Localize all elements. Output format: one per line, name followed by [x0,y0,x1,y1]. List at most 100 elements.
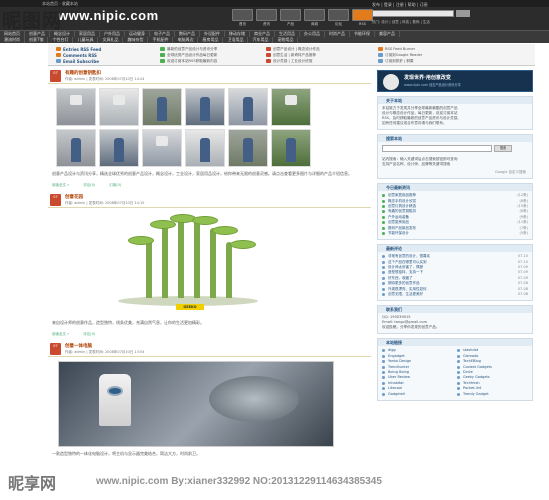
header-label-products[interactable]: 产品 [280,22,301,27]
feed-icon [160,47,165,51]
feed-icon [56,53,61,57]
list-item[interactable]: 创意无限，生活更美好 07-08 [382,292,528,297]
bar-link[interactable]: 订阅到Google Reader [378,52,422,58]
gallery-photo[interactable] [185,129,225,167]
post-title[interactable]: 有趣的创意钥匙扣 [65,70,101,76]
product-image-faucets[interactable]: GEEKO [58,212,318,316]
bar-link[interactable]: 最新的创意产品设计与资讯分享 [160,46,217,52]
bar-link[interactable]: 全球优秀产品设计作品每日更新 [160,52,217,58]
nav-item[interactable]: 节能环保 [350,31,375,37]
home-icon[interactable] [232,9,253,21]
bullet-icon [382,392,385,396]
list-item-count: 07-09 [517,275,528,280]
feed-icon [160,59,165,63]
bar-link[interactable]: 设计灵感 | 工业设计欣赏 [266,58,320,64]
list-item-count: (6条) [519,209,528,214]
bar-link[interactable]: 欢迎订阅本站RSS获取最新内容 [160,58,217,64]
nav-item[interactable]: 汽车用品 [248,37,274,43]
bar-link[interactable]: 创意生活 | 新奇特产品推荐 [266,52,320,58]
read-more-link[interactable]: 阅读全文 » [52,332,69,337]
post-title[interactable]: 创意一体电脑 [65,343,92,349]
product-icon[interactable] [280,9,301,21]
nav-item[interactable]: 电脑周边 [173,37,199,43]
gallery-photo[interactable] [99,88,139,126]
bullet-icon [382,231,385,235]
sidebar-search-input[interactable] [382,145,492,152]
rss-icon[interactable] [352,9,373,21]
header-search-input[interactable] [372,10,454,17]
nav-item[interactable]: 趣味杂货 [123,37,149,43]
gallery-photo[interactable] [56,88,96,126]
header-topline [0,0,549,7]
friend-links-box: 本站链接 digg stashdot Engadget Gizmodo Yanko De… [377,338,533,401]
comments-link[interactable]: 评论(0) [83,183,95,188]
read-more-link[interactable]: 阅读全文 » [52,183,69,188]
shop-icon[interactable] [304,9,325,21]
post-title[interactable]: 创意花园 [65,194,83,200]
header-hot-tags[interactable]: 热门: 设计 | 创意 | 科技 | 数码 | 生活 [372,20,430,25]
sidebar: 发现世界·用创意改变 www.nipic.com 创意产品设计资讯分享 关于本站… [377,70,533,401]
nav-item[interactable]: 宠物用品 [273,37,299,43]
list-item-count: 07-08 [517,292,528,297]
nav-item[interactable]: 办公用品 [300,31,325,37]
gallery-photo[interactable] [142,88,182,126]
header-label-home[interactable]: 首页 [232,22,253,27]
nav-item[interactable]: 创意T恤 [25,37,49,43]
friend-link[interactable]: Trendy Gadget [457,391,528,396]
bar-link[interactable]: Email Subscribe [56,58,101,64]
header-label-forum[interactable]: 论坛 [328,22,349,27]
list-item-count: 07-08 [517,281,528,286]
gallery-photo[interactable] [185,88,225,126]
forum-icon[interactable] [328,9,349,21]
header-label-shop[interactable]: 商城 [304,22,325,27]
friend-link[interactable]: Gadgetell [382,391,453,396]
list-item[interactable]: 节能环保设计 (5条) [382,231,528,236]
gallery-photo[interactable] [228,129,268,167]
google-search-label[interactable]: Google 自定义搜索 [378,170,532,178]
nav-item[interactable]: 手机配件 [148,37,174,43]
bar-link[interactable]: Comments RSS [56,52,101,58]
nav-item[interactable]: 美容产品 [375,31,400,37]
header-user-links[interactable]: 发布 | 登录 | 注册 | 帮助 | 订阅 [372,2,428,8]
nav-item[interactable]: 时尚产品 [325,31,350,37]
feed-icon [266,47,271,51]
header-search-button[interactable] [456,10,470,17]
trackback-link[interactable]: 引用(0) [109,183,121,188]
logo-text: www.nipic.com [58,8,159,23]
post-day: 07 [53,195,58,199]
shirt-shape [70,95,82,105]
gallery-photo[interactable] [56,129,96,167]
gallery-photo[interactable] [99,129,139,167]
list-item-count: (8条) [519,198,528,203]
list-item-count: (9条) [519,214,528,219]
feed-links: RSS Feed Burner 订阅到Google Reader 订阅到抓虾 | 鲜… [378,46,422,64]
product-image-computer[interactable] [58,361,334,447]
faucet-leaf [192,216,218,225]
bar-link[interactable]: Entries RSS Feed [56,46,101,52]
gallery-photo[interactable] [142,129,182,167]
header-label-news[interactable]: 资讯 [256,22,277,27]
news-icon[interactable] [256,9,277,21]
bar-link-label: 创意产品设计 | 概念设计作品 [273,46,320,51]
gallery-photo[interactable] [271,129,311,167]
nav-item[interactable]: 文具礼品 [98,37,124,43]
product-logo-badge: GEEKO [176,304,204,310]
nav-item[interactable]: 个性台灯 [48,37,74,43]
bar-link[interactable]: 创意产品设计 | 概念设计作品 [266,46,320,52]
bar-link[interactable]: 订阅到抓虾 | 鲜果 [378,58,422,64]
comments-link[interactable]: 评论(0) [83,332,95,337]
person-figure [114,138,124,162]
nav-item[interactable]: 厨房用品 [198,37,224,43]
header-label-rss[interactable]: RSS [352,22,373,27]
nav-item[interactable]: 潮流时尚 [0,37,25,43]
globe-icon [383,74,399,90]
list-item-label: 有趣的创意钥匙扣 [388,209,416,214]
sidebar-search-button[interactable]: 搜索 [494,145,512,152]
nav-item[interactable]: 儿童玩具 [73,37,99,43]
shirt-shape [113,95,125,105]
gallery-photo[interactable] [271,88,311,126]
nav-item[interactable]: 卫浴用品 [223,37,249,43]
site-logo[interactable]: www.nipic.com [58,8,159,23]
gallery-photo[interactable] [228,88,268,126]
promo-banner[interactable]: 发现世界·用创意改变 www.nipic.com 创意产品设计资讯分享 [377,70,533,92]
